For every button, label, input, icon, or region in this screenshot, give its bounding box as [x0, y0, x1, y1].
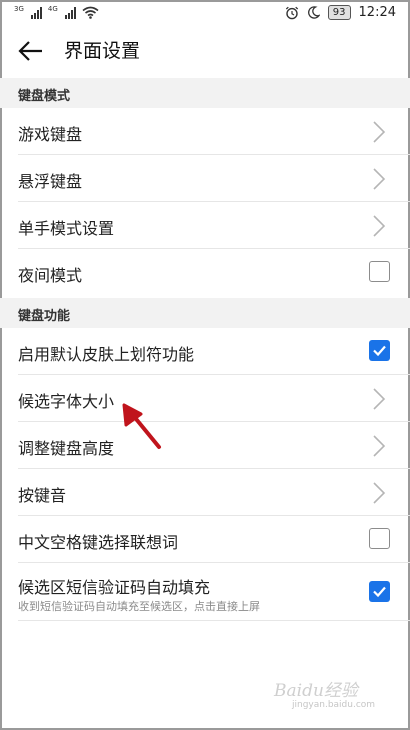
setting-label: 单手模式设置: [18, 219, 115, 238]
status-bar: 3G 4G 93 12:24: [0, 0, 410, 28]
setting-description: 收到短信验证码自动填充至候选区，点击直接上屏: [18, 600, 260, 613]
network-type-2: 4G: [47, 5, 58, 13]
signal-icon-2: [64, 7, 76, 19]
chevron-right-icon: [373, 215, 386, 237]
setting-default-skin-swipe-symbols[interactable]: 启用默认皮肤上划符功能: [0, 328, 410, 375]
setting-label: 中文空格键选择联想词: [18, 533, 179, 552]
divider: [18, 620, 410, 621]
section-header-keyboard-mode: 键盘模式: [0, 78, 410, 108]
section-header-keyboard-functions: 键盘功能: [0, 298, 410, 328]
setting-one-hand-mode[interactable]: 单手模式设置: [0, 202, 410, 249]
chevron-right-icon: [373, 482, 386, 504]
setting-label: 启用默认皮肤上划符功能: [18, 345, 195, 364]
chevron-right-icon: [373, 388, 386, 410]
setting-label: 夜间模式: [18, 266, 83, 285]
back-button[interactable]: [16, 38, 46, 64]
night-mode-checkbox[interactable]: [369, 261, 390, 282]
chevron-right-icon: [373, 168, 386, 190]
setting-night-mode[interactable]: 夜间模式: [0, 249, 410, 296]
section-title: 键盘功能: [18, 309, 71, 324]
setting-candidate-font-size[interactable]: 候选字体大小: [0, 375, 410, 422]
battery-indicator: 93: [327, 5, 351, 20]
alarm-icon: [285, 6, 298, 19]
moon-icon: [307, 6, 320, 19]
setting-floating-keyboard[interactable]: 悬浮键盘: [0, 155, 410, 202]
checkmark-icon: [373, 586, 386, 598]
setting-label: 悬浮键盘: [18, 172, 83, 191]
watermark-url: jingyan.baidu.com: [292, 700, 376, 710]
setting-keyboard-height[interactable]: 调整键盘高度: [0, 422, 410, 469]
setting-sms-code-autofill[interactable]: 候选区短信验证码自动填充 收到短信验证码自动填充至候选区，点击直接上屏: [0, 563, 410, 621]
setting-label: 按键音: [18, 486, 67, 505]
setting-label: 调整键盘高度: [18, 439, 115, 458]
network-type-1: 3G: [14, 5, 24, 13]
section-title: 键盘模式: [18, 89, 71, 104]
status-time: 12:24: [358, 5, 396, 20]
page-title: 界面设置: [64, 40, 141, 62]
checkmark-icon: [373, 345, 386, 357]
title-bar: 界面设置: [0, 28, 410, 76]
setting-space-select-association[interactable]: 中文空格键选择联想词: [0, 516, 410, 563]
setting-key-sound[interactable]: 按键音: [0, 469, 410, 516]
watermark-brand: Baidu经验: [274, 681, 358, 701]
chevron-right-icon: [373, 435, 386, 457]
space-association-checkbox[interactable]: [369, 528, 390, 549]
setting-label: 候选字体大小: [18, 392, 115, 411]
setting-label: 候选区短信验证码自动填充: [18, 578, 211, 597]
wifi-icon: [82, 6, 99, 19]
sms-autofill-checkbox[interactable]: [369, 581, 390, 602]
setting-game-keyboard[interactable]: 游戏键盘: [0, 108, 410, 155]
default-skin-swipe-checkbox[interactable]: [369, 340, 390, 361]
baidu-jingyan-watermark: Baidu经验 jingyan.baidu.com: [274, 674, 384, 716]
signal-icon: [30, 7, 42, 19]
chevron-right-icon: [373, 121, 386, 143]
back-arrow-icon: [18, 41, 42, 61]
setting-label: 游戏键盘: [18, 125, 83, 144]
